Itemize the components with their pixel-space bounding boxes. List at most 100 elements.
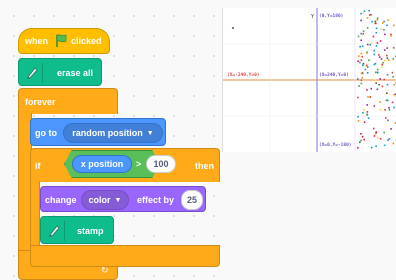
stamp-dot [371, 20, 373, 23]
stamp-dot [370, 87, 372, 90]
dropdown-arrow-icon: ▼ [114, 196, 122, 204]
stamp-dot [366, 17, 369, 19]
stamp-dot [361, 45, 364, 48]
stamp-dot [379, 137, 382, 140]
stamp-dot [391, 71, 394, 74]
stamp-dot [386, 83, 389, 86]
go-to-target-dropdown[interactable]: random position ▼ [63, 123, 163, 143]
stamp-dot [361, 55, 364, 58]
stamp-dot [357, 60, 359, 62]
dropdown-arrow-icon: ▼ [146, 129, 154, 137]
stamp-dot [376, 72, 379, 74]
stamp-dot [360, 52, 363, 55]
stamp-dot [358, 85, 360, 87]
stamp-dot [386, 92, 388, 94]
stamp-dot [370, 146, 373, 149]
when-flag-clicked-block[interactable]: when clicked [18, 28, 110, 54]
stamp-dot [360, 79, 363, 81]
stamp-dot [374, 133, 377, 136]
stamp-dot [362, 30, 365, 33]
stamp-label: stamp [77, 226, 104, 236]
stamp-dot [360, 72, 363, 75]
stamp-dot [375, 31, 378, 34]
erase-all-block[interactable]: erase all [18, 58, 102, 86]
stamp-dot [378, 54, 380, 56]
pen-icon [21, 63, 43, 83]
stamp-dot [376, 42, 379, 44]
stamp-dot [390, 35, 392, 37]
stamp-dot [358, 55, 360, 57]
stamp-dot [365, 64, 368, 67]
go-to-block[interactable]: go to random position ▼ [30, 118, 166, 146]
stamp-dot [374, 22, 377, 25]
go-to-label: go to [35, 128, 57, 138]
stamp-dot [360, 82, 363, 85]
stamp-dot [369, 96, 371, 98]
stamp-dot [379, 101, 381, 103]
stamp-dot [380, 58, 383, 60]
stamp-dot [380, 28, 382, 31]
stamp-dot [375, 45, 378, 47]
stamp-dot [383, 78, 385, 81]
greater-than-symbol: > [136, 159, 142, 169]
stamp-dot [373, 49, 375, 52]
stage[interactable]: Y (0,Y=180) (X=-240,Y=0) (X=240,Y=0) (X=… [222, 8, 396, 152]
stamp-dot [388, 107, 390, 109]
stamp-dot [392, 142, 395, 145]
then-label: then [195, 161, 214, 171]
stamp-dot [387, 139, 389, 141]
stamp-dot [376, 19, 379, 21]
forever-block[interactable]: forever [18, 88, 118, 114]
stamp-dot [387, 59, 390, 61]
stamp-dot [373, 53, 376, 56]
effect-dropdown[interactable]: color ▼ [81, 190, 129, 210]
stamp-dot [372, 127, 375, 130]
effect-amount-input[interactable]: 25 [181, 190, 203, 210]
green-flag-icon [55, 34, 67, 53]
stamp-dot [382, 61, 384, 64]
x-position-reporter[interactable]: x position [72, 155, 132, 173]
stamp-dot [383, 60, 386, 62]
stamp-dot [366, 52, 368, 54]
stamp-block[interactable]: stamp [40, 216, 114, 244]
stamp-dot [368, 10, 370, 12]
stamp-dot [370, 13, 372, 16]
stamp-dot [385, 117, 387, 119]
stamp-dot [373, 135, 376, 137]
stamp-dot [357, 120, 360, 122]
stamp-dot [363, 121, 366, 123]
stamp-dot [357, 78, 359, 80]
stamp-dot [393, 106, 395, 109]
stamp-dot [379, 78, 381, 80]
if-arm [30, 181, 40, 247]
threshold-input[interactable]: 100 [146, 155, 176, 173]
stamp-dot [385, 99, 388, 102]
stamp-dot [359, 141, 361, 144]
stamp-dot [383, 144, 386, 147]
stamp-dot [367, 96, 369, 98]
stamp-dot [367, 66, 369, 68]
pen-icon [43, 221, 65, 241]
stamp-dot [366, 72, 369, 74]
stamp-dot [374, 20, 377, 23]
stamp-dot [357, 147, 359, 149]
stamp-dot [381, 66, 383, 68]
stamp-dot [375, 82, 377, 84]
stamp-dot [381, 85, 384, 88]
stamp-dot [360, 139, 362, 142]
stamp-dot [373, 79, 376, 82]
stamp-dot [375, 71, 377, 74]
stamp-dot [357, 35, 360, 38]
stamp-dot [392, 47, 395, 49]
change-effect-block[interactable]: change color ▼ effect by 25 [40, 186, 206, 212]
stamp-dot [376, 17, 379, 19]
stamp-dot [373, 105, 376, 107]
stage-canvas [223, 8, 396, 152]
stamp-dot [367, 117, 370, 119]
stamp-dot [375, 27, 378, 30]
stamp-dot [376, 88, 379, 91]
stamp-dot [363, 138, 365, 141]
stamp-dot [384, 33, 386, 36]
stamp-dot [366, 27, 369, 29]
stamp-dot [362, 62, 365, 65]
